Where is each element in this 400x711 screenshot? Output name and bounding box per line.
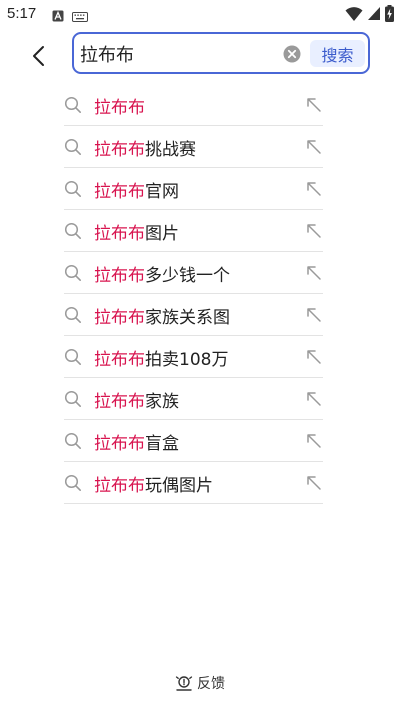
suggestion-item[interactable]: 拉布布	[64, 84, 323, 126]
clear-icon	[283, 45, 301, 63]
wifi-icon	[345, 6, 363, 26]
fill-query-icon[interactable]	[305, 348, 323, 366]
battery-charging-icon	[385, 5, 394, 26]
suggestion-item[interactable]: 拉布布盲盒	[64, 420, 323, 462]
fill-query-icon[interactable]	[305, 264, 323, 282]
feedback-icon	[175, 676, 193, 691]
suggestion-highlight: 拉布布	[94, 476, 145, 496]
fill-query-icon[interactable]	[305, 432, 323, 450]
search-input[interactable]	[80, 40, 276, 68]
search-box: 搜索	[72, 32, 370, 74]
status-left-icons	[52, 7, 88, 26]
fill-query-icon[interactable]	[305, 96, 323, 114]
suggestion-item[interactable]: 拉布布家族	[64, 378, 323, 420]
search-icon	[64, 222, 82, 240]
back-button[interactable]	[22, 40, 54, 72]
search-icon	[64, 348, 82, 366]
feedback-button[interactable]: 反馈	[0, 672, 400, 694]
suggestion-highlight: 拉布布	[94, 308, 145, 328]
suggestion-text: 拉布布图片	[94, 219, 179, 244]
suggestion-text: 拉布布多少钱一个	[94, 261, 230, 286]
suggestion-rest: 拍卖108万	[145, 350, 229, 370]
suggestion-highlight: 拉布布	[94, 350, 145, 370]
search-icon	[64, 306, 82, 324]
suggestion-highlight: 拉布布	[94, 98, 145, 118]
search-icon	[64, 180, 82, 198]
screen: 5:17 拉布布 搜索 拉布布 拉布布挑战赛 拉布布官网 拉布布图片 拉布布多少…	[0, 0, 400, 711]
status-time: 5:17	[7, 5, 37, 22]
suggestion-text: 拉布布家族	[94, 387, 179, 412]
suggestion-highlight: 拉布布	[94, 140, 145, 160]
search-icon	[64, 138, 82, 156]
suggestion-item[interactable]: 拉布布家族关系图	[64, 294, 323, 336]
suggestion-rest: 多少钱一个	[145, 266, 230, 286]
a-letter-icon	[52, 7, 64, 26]
suggestion-highlight: 拉布布	[94, 224, 145, 244]
fill-query-icon[interactable]	[305, 390, 323, 408]
chevron-left-icon	[33, 46, 44, 66]
keyboard-icon	[72, 7, 88, 26]
suggestion-rest: 玩偶图片	[145, 476, 213, 496]
suggestion-rest: 家族	[145, 392, 179, 412]
search-icon	[64, 474, 82, 492]
cell-signal-icon	[367, 6, 381, 25]
suggestion-highlight: 拉布布	[94, 392, 145, 412]
suggestion-list: 拉布布 拉布布挑战赛 拉布布官网 拉布布图片 拉布布多少钱一个 拉布布家族关系图 拉布布拍卖…	[64, 84, 323, 504]
suggestion-rest: 图片	[145, 224, 179, 244]
suggestion-item[interactable]: 拉布布玩偶图片	[64, 462, 323, 504]
fill-query-icon[interactable]	[305, 474, 323, 492]
suggestion-item[interactable]: 拉布布图片	[64, 210, 323, 252]
search-button[interactable]: 搜索	[310, 40, 365, 67]
suggestion-highlight: 拉布布	[94, 182, 145, 202]
suggestion-rest: 官网	[145, 182, 179, 202]
suggestion-text: 拉布布拍卖108万	[94, 345, 228, 370]
suggestion-highlight: 拉布布	[94, 434, 145, 454]
search-icon	[64, 432, 82, 450]
suggestion-text: 拉布布挑战赛	[94, 135, 196, 160]
suggestion-text: 拉布布盲盒	[94, 429, 179, 454]
suggestion-rest: 家族关系图	[145, 308, 230, 328]
suggestion-item[interactable]: 拉布布官网	[64, 168, 323, 210]
search-icon	[64, 264, 82, 282]
feedback-label: 反馈	[197, 676, 225, 692]
suggestion-text: 拉布布家族关系图	[94, 303, 230, 328]
search-icon	[64, 390, 82, 408]
suggestion-text: 拉布布官网	[94, 177, 179, 202]
suggestion-text: 拉布布玩偶图片	[94, 471, 213, 496]
fill-query-icon[interactable]	[305, 180, 323, 198]
fill-query-icon[interactable]	[305, 138, 323, 156]
search-icon	[64, 96, 82, 114]
suggestion-rest: 盲盒	[145, 434, 179, 454]
status-bar: 5:17	[0, 0, 400, 28]
status-right-icons	[345, 5, 394, 26]
suggestion-text: 拉布布	[94, 93, 145, 118]
suggestion-item[interactable]: 拉布布拍卖108万	[64, 336, 323, 378]
suggestion-highlight: 拉布布	[94, 266, 145, 286]
suggestion-rest: 挑战赛	[145, 140, 196, 160]
fill-query-icon[interactable]	[305, 306, 323, 324]
clear-button[interactable]	[283, 45, 301, 63]
suggestion-item[interactable]: 拉布布挑战赛	[64, 126, 323, 168]
fill-query-icon[interactable]	[305, 222, 323, 240]
suggestion-item[interactable]: 拉布布多少钱一个	[64, 252, 323, 294]
